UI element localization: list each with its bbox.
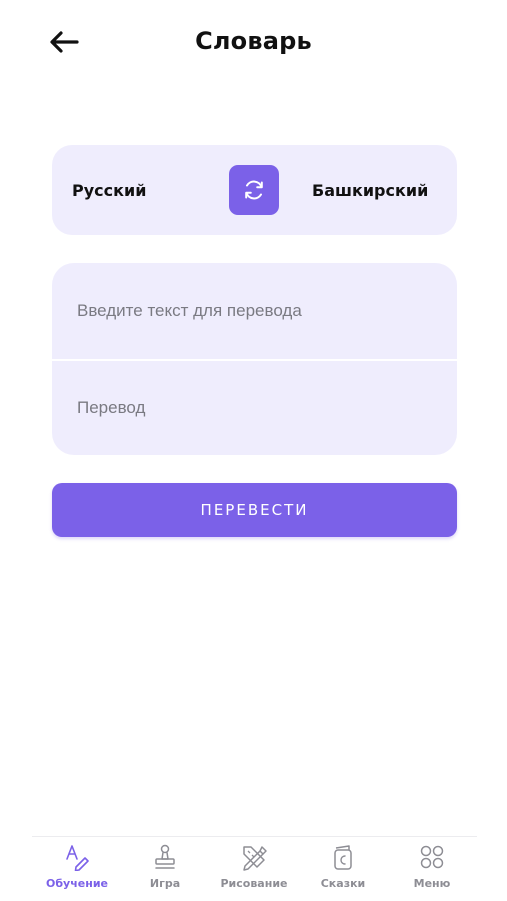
- tales-book-icon: [334, 845, 352, 870]
- swap-refresh-icon: [245, 180, 263, 200]
- translation-card: Перевод: [52, 263, 457, 455]
- source-language[interactable]: Русский: [72, 145, 146, 235]
- tab-label: Сказки: [320, 877, 366, 890]
- tab-label: Обучение: [46, 877, 108, 890]
- translation-output: Перевод: [77, 398, 146, 417]
- game-icon: [155, 844, 175, 869]
- tab-tales[interactable]: Сказки: [298, 843, 388, 897]
- source-text-input[interactable]: [52, 263, 457, 358]
- app-header: Словарь: [0, 0, 507, 90]
- tab-menu[interactable]: Меню: [387, 843, 477, 897]
- tab-drawing[interactable]: Рисование: [209, 843, 299, 897]
- target-language[interactable]: Башкирский: [312, 145, 428, 235]
- translate-button[interactable]: ПЕРЕВЕСТИ: [52, 483, 457, 537]
- menu-grid-icon: [420, 845, 444, 869]
- tab-label: Игра: [149, 877, 181, 890]
- drawing-icon: [243, 846, 267, 871]
- swap-languages-button[interactable]: [229, 165, 279, 215]
- bottom-tab-bar: Обучение Игра Рисование Сказки Меню: [32, 836, 477, 901]
- language-selector: Русский Башкирский: [52, 145, 457, 235]
- tab-learning[interactable]: Обучение: [32, 843, 122, 897]
- learning-icon: [66, 845, 89, 871]
- tab-game[interactable]: Игра: [120, 843, 210, 897]
- tab-label: Меню: [413, 877, 451, 890]
- page-title: Словарь: [195, 27, 312, 55]
- tab-label: Рисование: [220, 877, 288, 890]
